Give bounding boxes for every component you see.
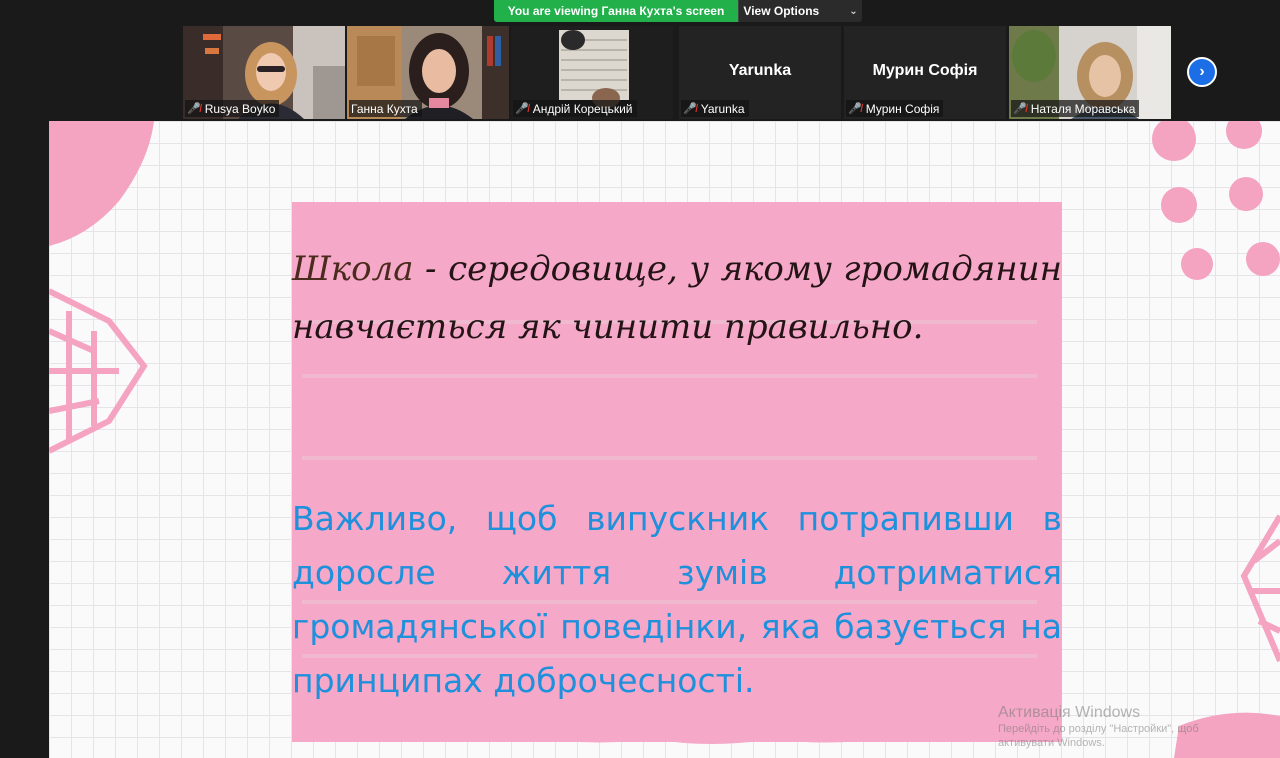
participant-tile[interactable]: 🎤̸ Rusya Boyko [183, 26, 345, 119]
viewing-screen-label: You are viewing Ганна Кухта's screen [494, 0, 738, 22]
participant-name: Ганна Кухта [351, 101, 418, 116]
chevron-right-icon: › [1199, 63, 1205, 80]
card-torn-edge [292, 721, 1062, 744]
muted-mic-icon: 🎤̸ [848, 103, 862, 115]
participant-display-name: Yarunka [728, 62, 792, 79]
zoom-meeting-window: You are viewing Ганна Кухта's screen Vie… [0, 0, 1280, 758]
participant-display-name: Мурин Софія [872, 62, 978, 79]
participant-nameplate: 🎤̸ Мурин Софія [846, 100, 944, 117]
slide-paragraph-first-word: Школа [292, 249, 414, 289]
participant-nameplate: Ганна Кухта [349, 100, 422, 117]
chevron-down-icon: ⌄ [849, 5, 858, 17]
participant-nameplate: 🎤̸ Андрій Корецький [513, 100, 637, 117]
slide-paragraph-definition: Школа - середовище, у якому громадянин н… [292, 240, 1062, 356]
participant-tile[interactable]: 🎤̸ Андрій Корецький [511, 26, 673, 119]
participant-name: Yarunka [700, 101, 745, 116]
quote-card: Школа - середовище, у якому громадянин н… [292, 202, 1062, 742]
participant-nameplate: 🎤̸ Наталя Моравська [1011, 100, 1140, 117]
participants-strip: 🎤̸ Rusya Boyko Ганна Кухта 🎤̸ Андрій Кор… [0, 22, 1280, 120]
participant-tile[interactable]: Yarunka 🎤̸ Yarunka [679, 26, 841, 119]
participant-tile-active[interactable]: Ганна Кухта [347, 26, 509, 119]
muted-mic-icon: 🎤̸ [1013, 103, 1027, 115]
muted-mic-icon: 🎤̸ [683, 103, 697, 115]
participant-name: Rusya Boyko [204, 101, 276, 116]
watermark-line2: активувати Windows. [998, 737, 1105, 749]
windows-activation-watermark: Активація Windows Перейдіть до розділу "… [998, 704, 1199, 750]
muted-mic-icon: 🎤̸ [187, 103, 201, 115]
watermark-line1: Перейдіть до розділу "Настройки", щоб [998, 723, 1199, 735]
participant-name: Андрій Корецький [532, 101, 633, 116]
shared-screen-slide: Школа - середовище, у якому громадянин н… [49, 121, 1280, 758]
ruled-line [302, 374, 1037, 378]
participant-tile[interactable]: 🎤̸ Наталя Моравська [1009, 26, 1171, 119]
next-participants-button[interactable]: › [1187, 57, 1217, 87]
view-options-button[interactable]: View Options ⌄ [738, 0, 862, 22]
slide-paragraph-important: Важливо, щоб випускник потрапивши в доро… [292, 499, 1062, 700]
participant-tile[interactable]: Мурин Софія 🎤̸ Мурин Софія [844, 26, 1006, 119]
watermark-title: Активація Windows [998, 704, 1141, 721]
participant-nameplate: 🎤̸ Rusya Boyko [185, 100, 280, 117]
ruled-line [302, 456, 1037, 460]
screen-share-banner: You are viewing Ганна Кухта's screen Vie… [494, 0, 862, 22]
muted-mic-icon: 🎤̸ [515, 103, 529, 115]
participant-nameplate: 🎤̸ Yarunka [681, 100, 749, 117]
participant-name: Наталя Моравська [1030, 101, 1136, 116]
participant-name: Мурин Софія [865, 101, 940, 116]
top-bar: You are viewing Ганна Кухта's screen Vie… [0, 0, 1280, 22]
view-options-label: View Options [743, 4, 820, 18]
